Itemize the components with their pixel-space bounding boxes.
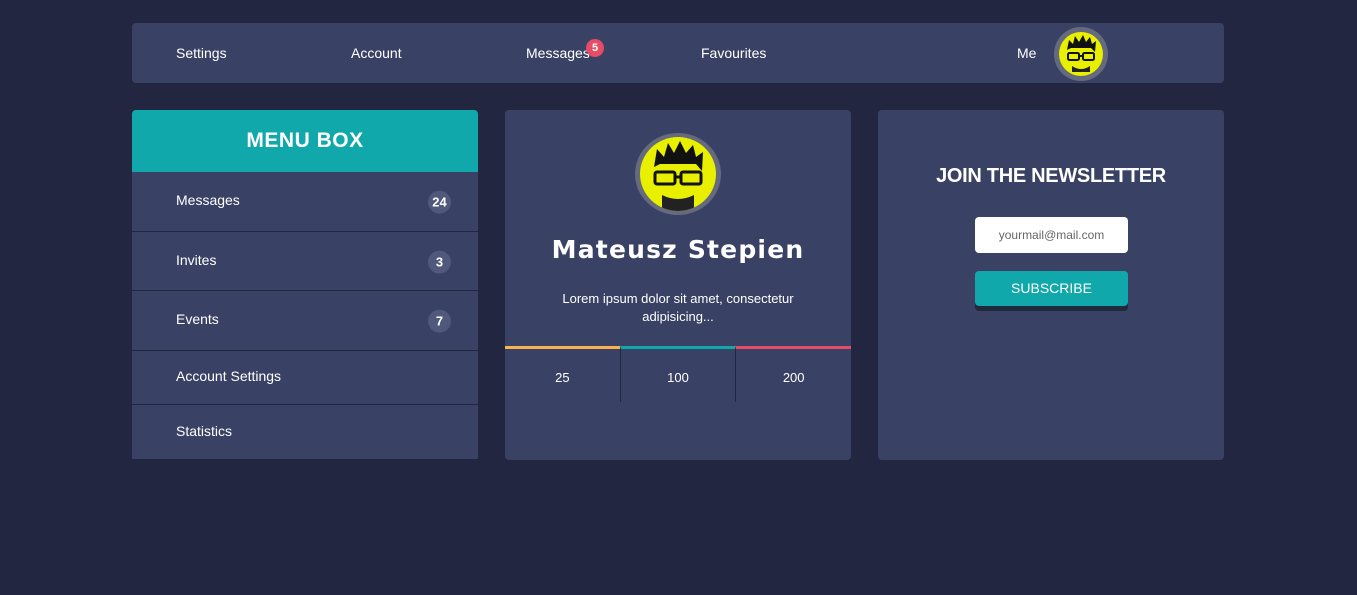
newsletter-title: JOIN THE NEWSLETTER [936,165,1166,187]
menu-item-statistics[interactable]: Statistics [132,405,478,459]
profile-card: Mateusz Stepien Lorem ipsum dolor sit am… [505,110,851,460]
menu-item-label: Statistics [176,422,233,439]
stat-item[interactable]: 25 [505,346,620,402]
nav-messages-link[interactable]: Messages [526,45,590,61]
nav-account-link[interactable]: Account [351,45,402,61]
user-avatar[interactable] [1054,27,1108,81]
menu-item-count-badge: 24 [428,190,451,214]
subscribe-button[interactable]: SUBSCRIBE [975,271,1128,306]
menu-item-label: Account Settings [176,368,282,385]
menu-item-label: Invites [176,251,217,268]
profile-stats: 25 100 200 [505,346,851,402]
newsletter-panel: JOIN THE NEWSLETTER SUBSCRIBE [878,110,1224,460]
nav-settings-link[interactable]: Settings [176,45,227,61]
stat-item[interactable]: 100 [619,346,736,402]
menu-item-label: Events [176,311,219,328]
menu-item-messages[interactable]: Messages 24 [132,172,478,232]
profile-avatar[interactable] [635,133,721,215]
menu-item-account-settings[interactable]: Account Settings [132,351,478,405]
profile-name: Mateusz Stepien [551,235,805,264]
nav-favourites-link[interactable]: Favourites [701,45,766,61]
messages-notification-badge: 5 [586,39,604,57]
avatar-face-icon [1059,32,1103,76]
top-navigation-bar: Settings Account Messages 5 Favourites M… [132,23,1224,83]
profile-description: Lorem ipsum dolor sit amet, consectetur … [562,291,794,324]
menu-item-count-badge: 3 [428,250,451,274]
newsletter-email-input[interactable] [975,217,1128,253]
menu-item-invites[interactable]: Invites 3 [132,232,478,291]
stat-item[interactable]: 200 [735,346,851,402]
nav-me-label[interactable]: Me [1017,45,1036,61]
menu-item-label: Messages [176,192,240,209]
menu-item-count-badge: 7 [428,309,451,333]
menu-box-panel: MENU BOX Messages 24 Invites 3 Events 7 … [132,110,478,459]
menu-item-events[interactable]: Events 7 [132,291,478,351]
menu-box-title: MENU BOX [132,110,478,172]
profile-avatar-face-icon [640,137,716,211]
